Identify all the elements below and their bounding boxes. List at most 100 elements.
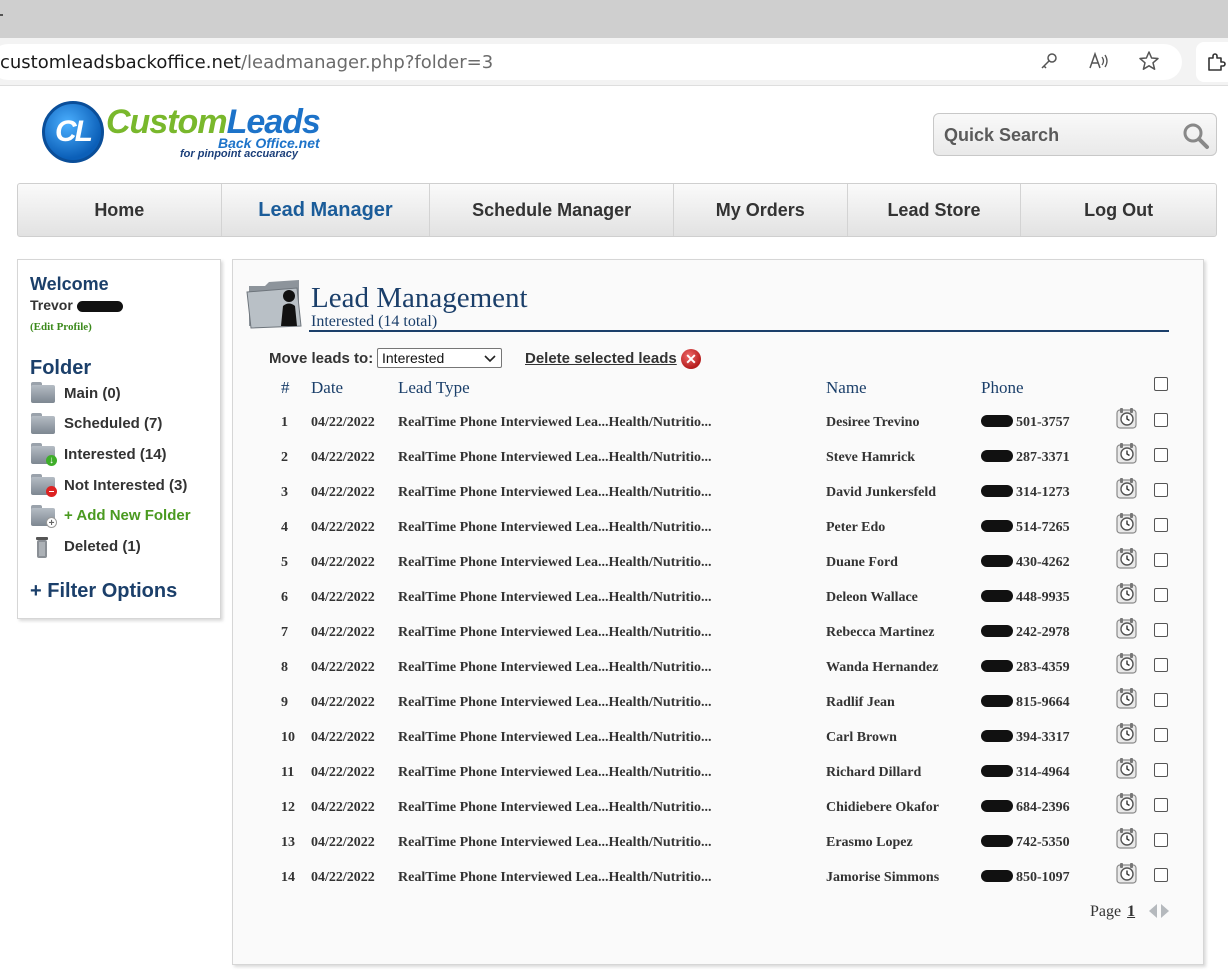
schedule-lead-icon[interactable] — [1115, 406, 1139, 430]
row-select-checkbox[interactable] — [1154, 623, 1168, 637]
delete-selected-leads-link[interactable]: Delete selected leads — [525, 350, 677, 367]
cell-lead-type[interactable]: RealTime Phone Interviewed Lea...Health/… — [398, 450, 712, 466]
cell-lead-type[interactable]: RealTime Phone Interviewed Lea...Health/… — [398, 835, 712, 851]
table-row[interactable]: 10 04/22/2022 RealTime Phone Interviewed L… — [233, 720, 1203, 755]
folder-interested[interactable]: ↓ Interested (14) — [30, 439, 215, 470]
schedule-lead-icon[interactable] — [1115, 546, 1139, 570]
row-select-checkbox[interactable] — [1154, 728, 1168, 742]
row-select-checkbox[interactable] — [1154, 658, 1168, 672]
table-row[interactable]: 4 04/22/2022 RealTime Phone Interviewed Le… — [233, 510, 1203, 545]
table-row[interactable]: 7 04/22/2022 RealTime Phone Interviewed Le… — [233, 615, 1203, 650]
nav-home[interactable]: Home — [18, 184, 222, 236]
schedule-lead-icon[interactable] — [1115, 651, 1139, 675]
table-row[interactable]: 3 04/22/2022 RealTime Phone Interviewed Le… — [233, 475, 1203, 510]
folder-main[interactable]: Main (0) — [30, 378, 215, 409]
row-select-checkbox[interactable] — [1154, 868, 1168, 882]
table-row[interactable]: 8 04/22/2022 RealTime Phone Interviewed Le… — [233, 650, 1203, 685]
nav-lead-store[interactable]: Lead Store — [848, 184, 1022, 236]
favorite-star-icon[interactable] — [1137, 49, 1161, 73]
schedule-lead-icon[interactable] — [1115, 686, 1139, 710]
page-number-link[interactable]: 1 — [1127, 903, 1135, 920]
move-leads-select[interactable]: Interested — [377, 348, 502, 368]
cell-lead-type[interactable]: RealTime Phone Interviewed Lea...Health/… — [398, 765, 712, 781]
folder-scheduled[interactable]: Scheduled (7) — [30, 409, 215, 440]
row-select-checkbox[interactable] — [1154, 413, 1168, 427]
folder-not-interested[interactable]: – Not Interested (3) — [30, 470, 215, 501]
cell-lead-type[interactable]: RealTime Phone Interviewed Lea...Health/… — [398, 485, 712, 501]
cell-name[interactable]: Richard Dillard — [826, 765, 921, 781]
row-select-checkbox[interactable] — [1154, 798, 1168, 812]
cell-name[interactable]: Carl Brown — [826, 730, 897, 746]
table-row[interactable]: 14 04/22/2022 RealTime Phone Interviewed L… — [233, 860, 1203, 895]
cell-name[interactable]: David Junkersfeld — [826, 485, 936, 501]
cell-name[interactable]: Wanda Hernandez — [826, 660, 938, 676]
schedule-lead-icon[interactable] — [1115, 721, 1139, 745]
table-row[interactable]: 1 04/22/2022 RealTime Phone Interviewed Le… — [233, 405, 1203, 440]
schedule-lead-icon[interactable] — [1115, 826, 1139, 850]
table-row[interactable]: 6 04/22/2022 RealTime Phone Interviewed Le… — [233, 580, 1203, 615]
cell-lead-type[interactable]: RealTime Phone Interviewed Lea...Health/… — [398, 660, 712, 676]
pager-arrows-icon[interactable] — [1147, 902, 1171, 920]
col-header-lead-type[interactable]: Lead Type — [398, 378, 470, 398]
schedule-lead-icon[interactable] — [1115, 441, 1139, 465]
table-row[interactable]: 12 04/22/2022 RealTime Phone Interviewed L… — [233, 790, 1203, 825]
nav-my-orders[interactable]: My Orders — [674, 184, 848, 236]
cell-name[interactable]: Duane Ford — [826, 555, 898, 571]
cell-name[interactable]: Desiree Trevino — [826, 415, 919, 431]
cell-name[interactable]: Erasmo Lopez — [826, 835, 913, 851]
select-all-checkbox[interactable] — [1154, 377, 1168, 391]
key-icon[interactable] — [1037, 49, 1061, 73]
cell-name[interactable]: Deleon Wallace — [826, 590, 918, 606]
folder-deleted[interactable]: Deleted (1) — [30, 531, 215, 562]
search-icon[interactable] — [1182, 122, 1210, 150]
schedule-lead-icon[interactable] — [1115, 616, 1139, 640]
cell-name[interactable]: Rebecca Martinez — [826, 625, 934, 641]
cell-name[interactable]: Jamorise Simmons — [826, 870, 939, 886]
row-select-checkbox[interactable] — [1154, 518, 1168, 532]
quick-search[interactable] — [933, 113, 1217, 156]
extensions-icon[interactable] — [1196, 42, 1228, 82]
cell-name[interactable]: Steve Hamrick — [826, 450, 915, 466]
row-select-checkbox[interactable] — [1154, 833, 1168, 847]
edit-profile-link[interactable]: (Edit Profile) — [30, 321, 92, 333]
cell-lead-type[interactable]: RealTime Phone Interviewed Lea...Health/… — [398, 695, 712, 711]
row-select-checkbox[interactable] — [1154, 763, 1168, 777]
col-header-phone[interactable]: Phone — [981, 378, 1024, 398]
schedule-lead-icon[interactable] — [1115, 511, 1139, 535]
cell-lead-type[interactable]: RealTime Phone Interviewed Lea...Health/… — [398, 520, 712, 536]
filter-options-toggle[interactable]: + Filter Options — [30, 580, 177, 603]
schedule-lead-icon[interactable] — [1115, 756, 1139, 780]
site-logo[interactable]: CL CustomLeads Back Office.net for pinpo… — [42, 101, 322, 163]
table-row[interactable]: 11 04/22/2022 RealTime Phone Interviewed L… — [233, 755, 1203, 790]
table-row[interactable]: 5 04/22/2022 RealTime Phone Interviewed Le… — [233, 545, 1203, 580]
row-select-checkbox[interactable] — [1154, 448, 1168, 462]
cell-lead-type[interactable]: RealTime Phone Interviewed Lea...Health/… — [398, 625, 712, 641]
nav-log-out[interactable]: Log Out — [1021, 184, 1216, 236]
table-row[interactable]: 13 04/22/2022 RealTime Phone Interviewed L… — [233, 825, 1203, 860]
cell-name[interactable]: Radlif Jean — [826, 695, 895, 711]
cell-lead-type[interactable]: RealTime Phone Interviewed Lea...Health/… — [398, 590, 712, 606]
quick-search-input[interactable] — [944, 124, 1174, 146]
read-aloud-icon[interactable] — [1087, 49, 1111, 73]
cell-lead-type[interactable]: RealTime Phone Interviewed Lea...Health/… — [398, 730, 712, 746]
cell-lead-type[interactable]: RealTime Phone Interviewed Lea...Health/… — [398, 870, 712, 886]
cell-lead-type[interactable]: RealTime Phone Interviewed Lea...Health/… — [398, 800, 712, 816]
row-select-checkbox[interactable] — [1154, 588, 1168, 602]
row-select-checkbox[interactable] — [1154, 553, 1168, 567]
nav-schedule-manager[interactable]: Schedule Manager — [430, 184, 674, 236]
add-new-folder[interactable]: + + Add New Folder — [30, 500, 215, 531]
col-header-date[interactable]: Date — [311, 378, 343, 398]
address-url[interactable]: customleadsbackoffice.net/leadmanager.ph… — [0, 52, 493, 73]
delete-x-icon[interactable]: ✕ — [681, 349, 701, 369]
address-bar[interactable]: customleadsbackoffice.net/leadmanager.ph… — [0, 44, 1182, 80]
cell-name[interactable]: Chidiebere Okafor — [826, 800, 939, 816]
schedule-lead-icon[interactable] — [1115, 476, 1139, 500]
schedule-lead-icon[interactable] — [1115, 861, 1139, 885]
cell-lead-type[interactable]: RealTime Phone Interviewed Lea...Health/… — [398, 555, 712, 571]
schedule-lead-icon[interactable] — [1115, 791, 1139, 815]
table-row[interactable]: 2 04/22/2022 RealTime Phone Interviewed Le… — [233, 440, 1203, 475]
nav-lead-manager[interactable]: Lead Manager — [222, 184, 431, 236]
col-header-name[interactable]: Name — [826, 378, 867, 398]
cell-name[interactable]: Peter Edo — [826, 520, 885, 536]
schedule-lead-icon[interactable] — [1115, 581, 1139, 605]
